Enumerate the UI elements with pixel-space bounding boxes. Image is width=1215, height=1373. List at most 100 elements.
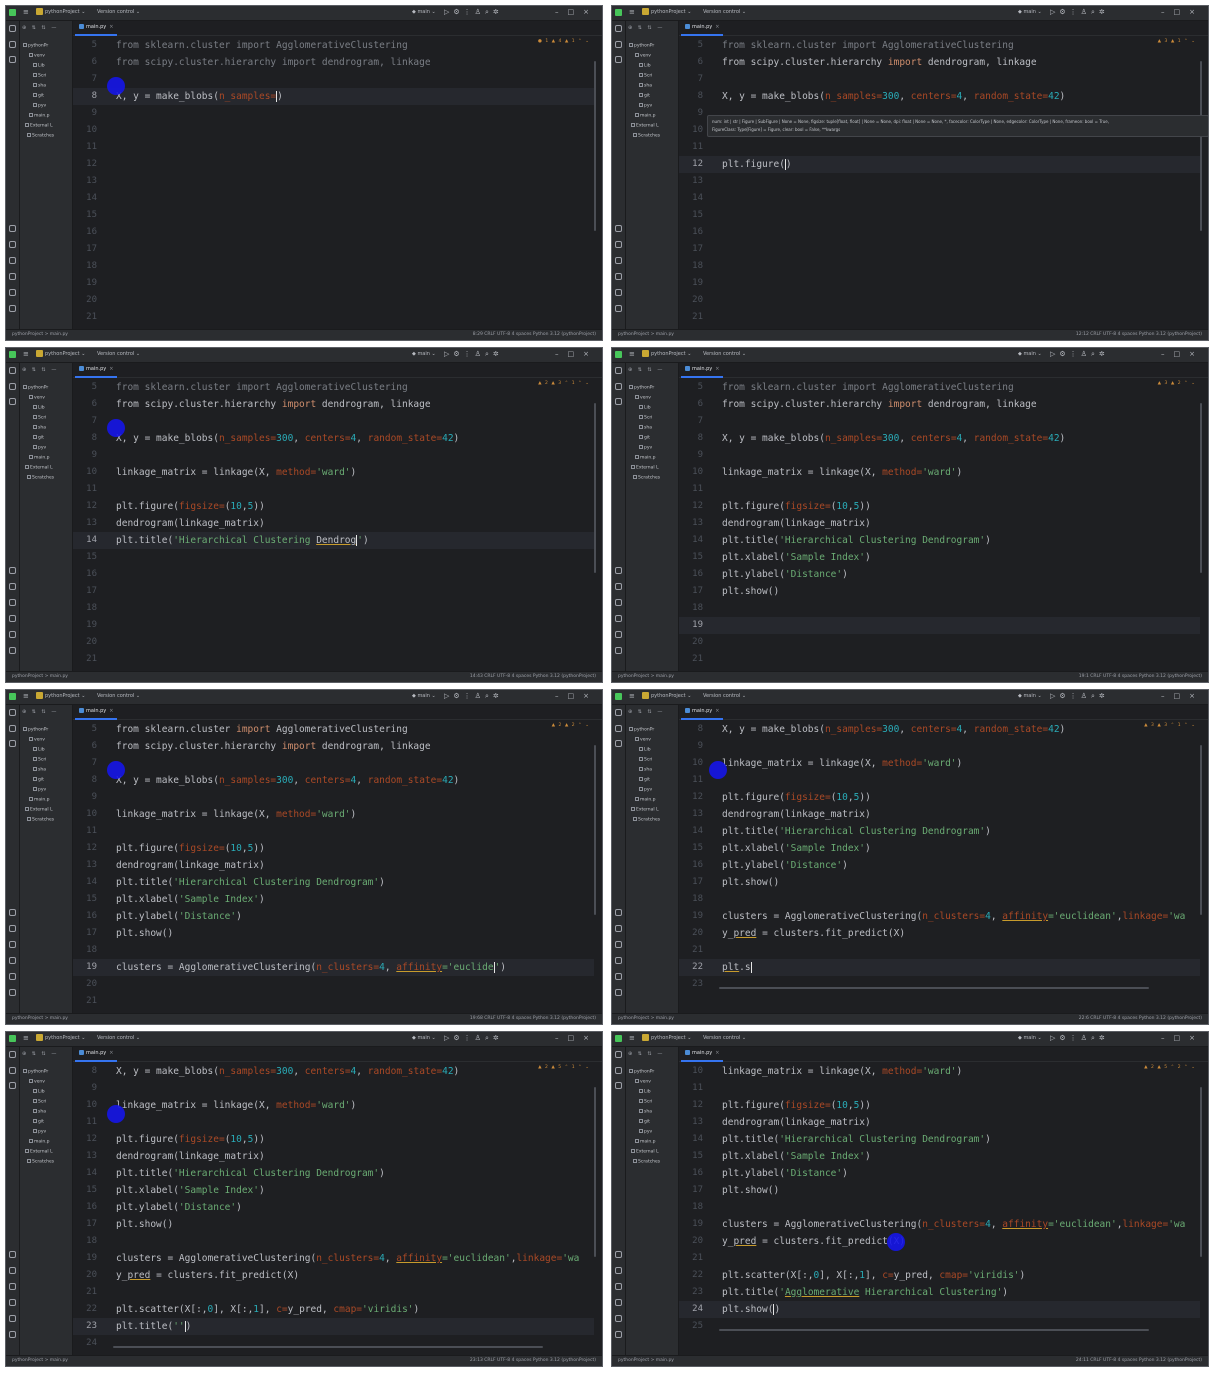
project-tree-item[interactable]: External L <box>25 807 53 813</box>
vcs-tool-icon[interactable] <box>615 305 622 312</box>
problems-icon[interactable] <box>615 289 622 296</box>
close-icon[interactable]: × <box>583 692 598 700</box>
python-packages-icon[interactable] <box>9 567 16 574</box>
project-tree-item[interactable]: git <box>639 435 650 441</box>
close-icon[interactable]: × <box>583 350 598 358</box>
python-packages-icon[interactable] <box>615 567 622 574</box>
problems-icon[interactable] <box>615 1315 622 1322</box>
settings-icon[interactable]: ✲ <box>1099 8 1109 16</box>
services-icon[interactable] <box>9 1283 16 1290</box>
terminal-icon[interactable] <box>615 615 622 622</box>
problems-icon[interactable] <box>615 631 622 638</box>
python-console-icon[interactable] <box>615 241 622 248</box>
status-meta[interactable]: CRLF UTF-8 4 spaces Python 3.12 (pythonP… <box>1090 1016 1202 1021</box>
services-icon[interactable] <box>9 941 16 948</box>
vcs-selector[interactable]: Version control ⌄ <box>703 1034 746 1043</box>
structure-tool-icon[interactable] <box>615 41 622 48</box>
run-icon[interactable]: ▷ <box>1050 350 1059 358</box>
project-tree-item[interactable]: External L <box>631 1149 659 1155</box>
maximize-icon[interactable]: □ <box>568 1034 584 1042</box>
settings-icon[interactable]: ✲ <box>493 350 503 358</box>
project-tree-item[interactable]: sha <box>33 83 46 89</box>
close-tab-icon[interactable]: × <box>715 708 719 714</box>
more-icon[interactable]: ⋮ <box>1070 692 1081 700</box>
hamburger-menu-icon[interactable]: ≡ <box>23 1034 29 1043</box>
terminal-icon[interactable] <box>615 1299 622 1306</box>
debug-icon[interactable]: ⚙ <box>1059 8 1069 16</box>
status-meta[interactable]: CRLF UTF-8 4 spaces Python 3.12 (pythonP… <box>1090 332 1202 337</box>
profile-icon[interactable]: ♙ <box>475 350 485 358</box>
terminal-icon[interactable] <box>9 273 16 280</box>
project-tree-item[interactable]: Scri <box>639 73 652 79</box>
vcs-tool-icon[interactable] <box>9 989 16 996</box>
search-icon[interactable]: ⌕ <box>1091 350 1099 358</box>
project-tree-item[interactable]: Scratches <box>633 475 660 481</box>
tab-main-py[interactable]: main.py × <box>681 21 724 36</box>
project-tree-item[interactable]: main.p <box>29 455 50 461</box>
status-meta[interactable]: CRLF UTF-8 4 spaces Python 3.12 (pythonP… <box>1090 674 1202 679</box>
project-tree-item[interactable]: pyv <box>639 103 652 109</box>
services-icon[interactable] <box>9 599 16 606</box>
project-tree-item[interactable]: venv <box>635 1079 651 1085</box>
close-tab-icon[interactable]: × <box>715 24 719 30</box>
project-tree-item[interactable]: git <box>639 1119 650 1125</box>
more-tools-icon[interactable] <box>9 398 16 405</box>
status-meta[interactable]: CRLF UTF-8 4 spaces Python 3.12 (pythonP… <box>1090 1358 1202 1363</box>
problems-icon[interactable] <box>615 973 622 980</box>
project-tree-item[interactable]: git <box>639 93 650 99</box>
run-icon[interactable]: ▷ <box>444 692 453 700</box>
run-config-selector[interactable]: ◆ main ⌄ <box>412 8 436 17</box>
search-icon[interactable]: ⌕ <box>1091 692 1099 700</box>
vcs-selector[interactable]: Version control ⌄ <box>703 692 746 701</box>
project-tree-item[interactable]: External L <box>25 1149 53 1155</box>
problems-icon[interactable] <box>9 631 16 638</box>
caret-position[interactable]: 19:1 <box>1079 674 1089 679</box>
project-tree-item[interactable]: Lib <box>33 1089 45 1095</box>
close-tab-icon[interactable]: × <box>109 24 113 30</box>
project-tree-item[interactable]: Lib <box>639 63 651 69</box>
debug-icon[interactable]: ⚙ <box>453 8 463 16</box>
tab-main-py[interactable]: main.py × <box>681 1047 724 1062</box>
vertical-scrollbar[interactable] <box>594 1087 596 1257</box>
project-tree-item[interactable]: main.p <box>635 797 656 803</box>
more-tools-icon[interactable] <box>615 398 622 405</box>
project-tool-icon[interactable] <box>9 25 16 32</box>
structure-tool-icon[interactable] <box>615 1067 622 1074</box>
project-tree-item[interactable]: main.p <box>29 1139 50 1145</box>
structure-tool-icon[interactable] <box>9 725 16 732</box>
more-tools-icon[interactable] <box>615 740 622 747</box>
vertical-scrollbar[interactable] <box>1200 61 1202 231</box>
search-icon[interactable]: ⌕ <box>1091 1034 1099 1042</box>
more-icon[interactable]: ⋮ <box>1070 8 1081 16</box>
hamburger-menu-icon[interactable]: ≡ <box>629 692 635 701</box>
project-tree-item[interactable]: Scri <box>639 757 652 763</box>
status-meta[interactable]: CRLF UTF-8 4 spaces Python 3.12 (pythonP… <box>484 1016 596 1021</box>
project-tree-item[interactable]: External L <box>25 465 53 471</box>
tab-main-py[interactable]: main.py × <box>681 705 724 720</box>
breadcrumb[interactable]: pythonProject > main.py <box>12 1014 68 1023</box>
close-tab-icon[interactable]: × <box>109 366 113 372</box>
project-tree-item[interactable]: sha <box>33 1109 46 1115</box>
minimize-icon[interactable]: – <box>555 350 568 358</box>
project-tree-item[interactable]: Scratches <box>633 133 660 139</box>
python-packages-icon[interactable] <box>615 909 622 916</box>
more-icon[interactable]: ⋮ <box>1070 350 1081 358</box>
vcs-tool-icon[interactable] <box>9 305 16 312</box>
python-packages-icon[interactable] <box>615 1251 622 1258</box>
debug-icon[interactable]: ⚙ <box>1059 1034 1069 1042</box>
run-icon[interactable]: ▷ <box>1050 692 1059 700</box>
project-tree-item[interactable]: main.p <box>29 113 50 119</box>
more-tools-icon[interactable] <box>9 740 16 747</box>
project-tool-icon[interactable] <box>615 367 622 374</box>
project-selector[interactable]: pythonProject ⌄ <box>642 1034 691 1043</box>
project-tree-item[interactable]: pyv <box>33 1129 46 1135</box>
search-icon[interactable]: ⌕ <box>485 1034 493 1042</box>
python-packages-icon[interactable] <box>9 1251 16 1258</box>
code-editor[interactable]: main.py × ▲ 3 ▲ 1 ⌃ ⌄ 5 from sklearn.cluster… <box>679 21 1208 330</box>
project-tree-item[interactable]: git <box>33 777 44 783</box>
status-meta[interactable]: CRLF UTF-8 4 spaces Python 3.12 (pythonP… <box>484 1358 596 1363</box>
vertical-scrollbar[interactable] <box>594 61 596 231</box>
tab-main-py[interactable]: main.py × <box>75 705 118 720</box>
project-tree-item[interactable]: Lib <box>33 747 45 753</box>
project-tree-item[interactable]: pyv <box>33 787 46 793</box>
